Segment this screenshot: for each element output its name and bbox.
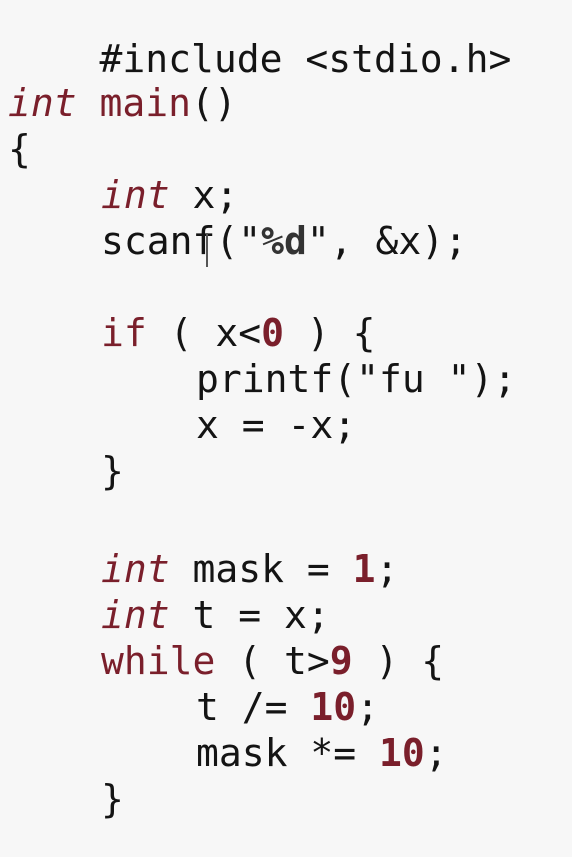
- code-line-scanf: scanf("%d", &x);: [101, 218, 467, 264]
- zero-literal: 0: [261, 311, 285, 355]
- mask-declaration: mask =: [169, 547, 353, 591]
- while-keyword: while: [101, 639, 216, 683]
- code-editor[interactable]: #include <stdio.h> int main() { int x; s…: [0, 0, 572, 857]
- ten-literal: 10: [310, 685, 357, 729]
- semicolon: ;: [424, 731, 448, 775]
- ten-literal: 10: [379, 731, 425, 775]
- code-line-mask-decl: int mask = 1;: [101, 546, 398, 592]
- nine-literal: 9: [329, 639, 353, 683]
- x-declaration: x;: [169, 173, 239, 217]
- semicolon: ;: [375, 547, 399, 591]
- negate-statement: x = -x;: [196, 403, 357, 447]
- close-brace: }: [101, 777, 124, 821]
- code-line-if: if ( x<0 ) {: [101, 310, 376, 356]
- include-directive: #include <stdio.h>: [99, 37, 512, 81]
- mask-multiply-statement: mask *=: [196, 731, 380, 775]
- open-brace: {: [8, 127, 31, 171]
- code-line-negate: x = -x;: [196, 402, 356, 448]
- scanf-open: (": [215, 219, 262, 263]
- code-line-while: while ( t>9 ) {: [101, 638, 444, 684]
- t-divide-statement: t /=: [196, 685, 311, 729]
- close-brace: }: [101, 449, 124, 493]
- scanf-args: ", &x);: [306, 219, 468, 263]
- code-line-t-divide: t /= 10;: [196, 684, 379, 730]
- code-line-x-decl: int x;: [101, 172, 238, 218]
- int-keyword: int: [101, 173, 170, 217]
- t-declaration: t = x;: [169, 593, 330, 637]
- scanf-function: scanf: [101, 219, 216, 263]
- if-condition-end: ) {: [284, 311, 376, 355]
- code-line-main-signature: int main(): [8, 80, 237, 126]
- code-line-open-brace: {: [8, 126, 31, 172]
- while-condition-end: ) {: [352, 639, 445, 683]
- code-line-while-close: }: [101, 776, 124, 822]
- text-cursor: [206, 233, 208, 267]
- if-keyword: if: [101, 311, 147, 355]
- if-condition: ( x<: [146, 311, 262, 355]
- printf-statement: printf("fu ");: [196, 357, 517, 401]
- code-line-t-decl: int t = x;: [101, 592, 330, 638]
- code-line-printf: printf("fu ");: [196, 356, 516, 402]
- main-parens: (): [191, 81, 237, 125]
- code-line-include: #include <stdio.h>: [8, 0, 512, 81]
- main-function-name: main: [99, 81, 192, 125]
- while-condition: ( t>: [215, 639, 330, 683]
- int-keyword: int: [101, 593, 170, 637]
- one-literal: 1: [352, 547, 376, 591]
- code-line-if-close: }: [101, 448, 124, 494]
- format-specifier: %d: [261, 219, 307, 263]
- semicolon: ;: [356, 685, 380, 729]
- code-line-mask-multiply: mask *= 10;: [196, 730, 448, 776]
- int-keyword: int: [101, 547, 170, 591]
- int-keyword: int: [8, 81, 77, 125]
